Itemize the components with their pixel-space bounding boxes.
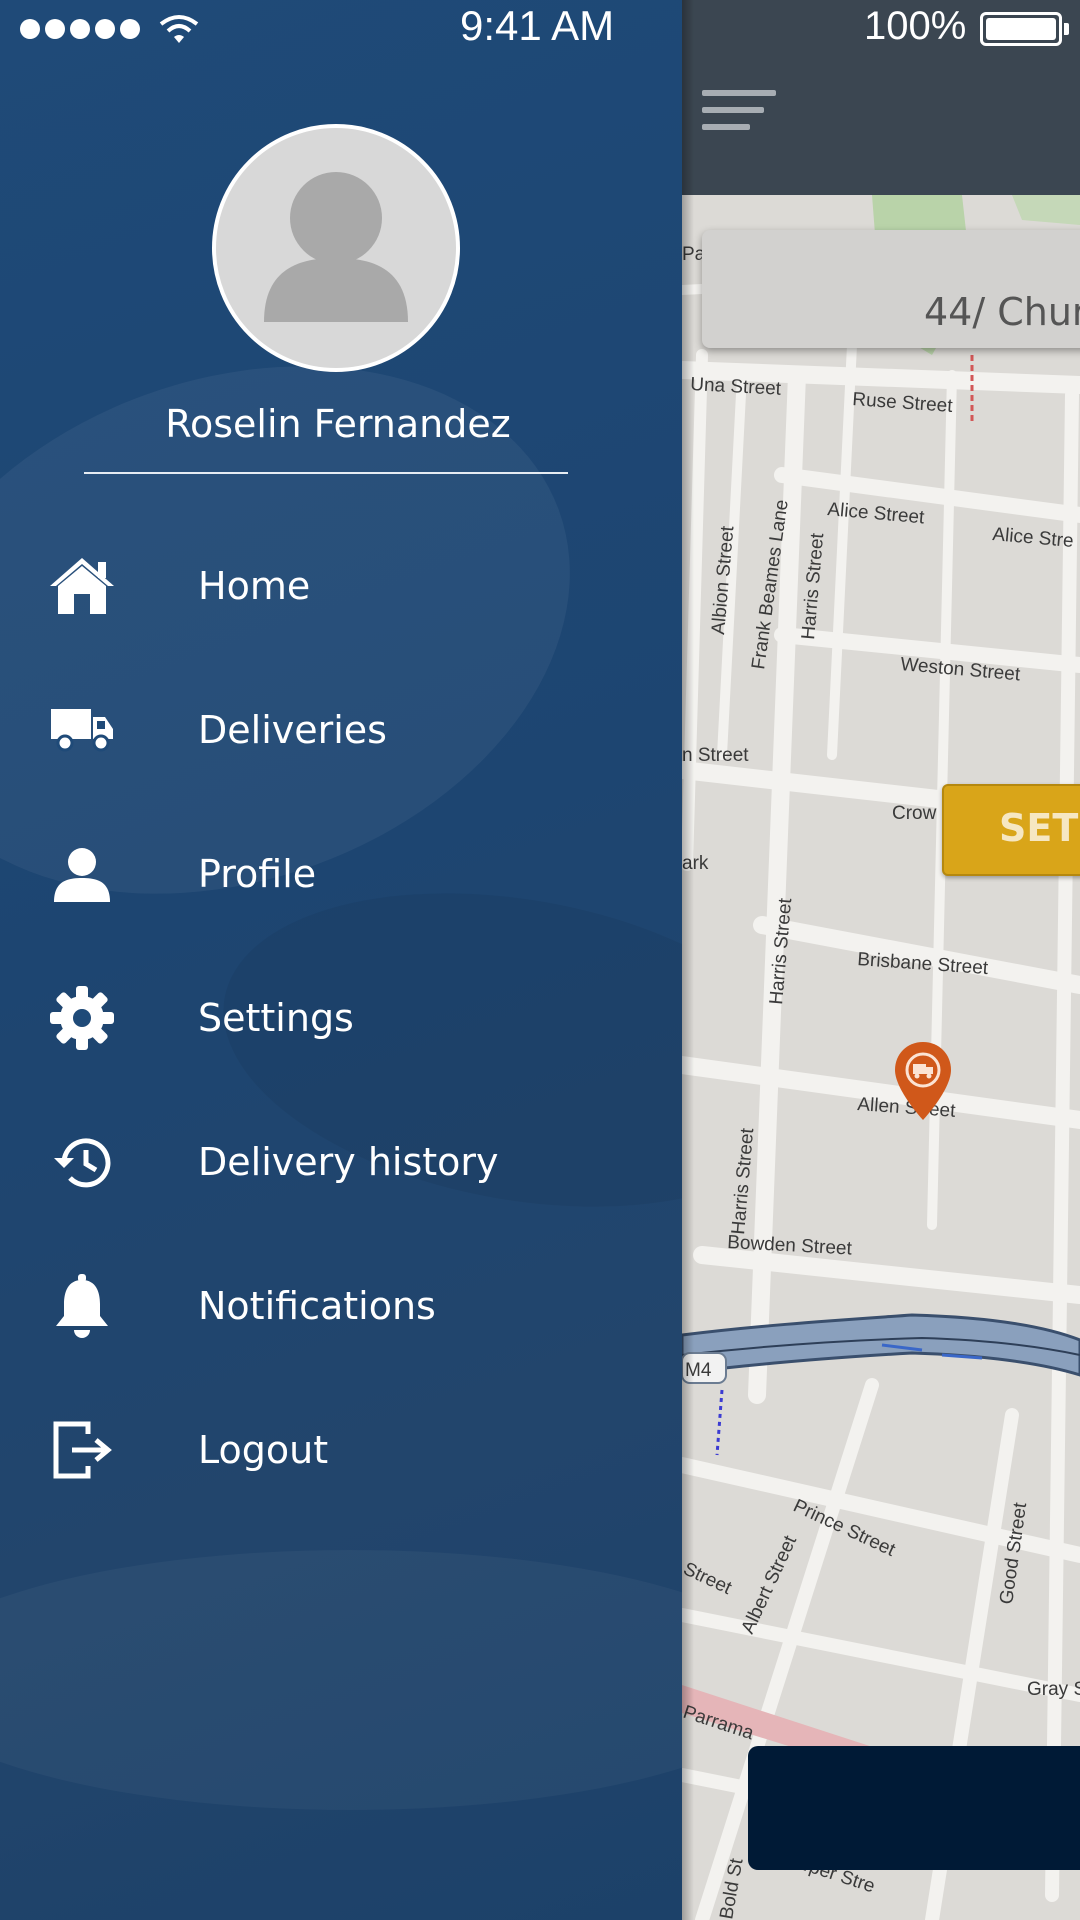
user-placeholder-icon (264, 172, 408, 322)
map-panel[interactable]: M4 Pa Una Street Ruse Street Alice Stree… (682, 0, 1080, 1920)
menu-label-profile: Profile (198, 852, 317, 896)
set-button-label: SET (999, 806, 1079, 850)
menu-label-logout: Logout (198, 1428, 329, 1472)
street-label-crow: Crow (892, 803, 937, 824)
menu-item-notifications[interactable]: Notifications (0, 1256, 682, 1356)
menu-item-deliveries[interactable]: Deliveries (0, 680, 682, 780)
menu-item-delivery-history[interactable]: Delivery history (0, 1112, 682, 1212)
divider (84, 472, 568, 474)
menu-item-logout[interactable]: Logout (0, 1400, 682, 1500)
signal-dot (20, 19, 40, 39)
app-header: 100% (682, 0, 1080, 195)
menu-item-home[interactable]: Home (0, 536, 682, 636)
menu-label-notifications: Notifications (198, 1284, 436, 1328)
logout-icon (46, 1414, 118, 1486)
battery-percentage: 100% (864, 4, 967, 48)
menu-label-delivery-history: Delivery history (198, 1140, 499, 1184)
signal-dot (70, 19, 90, 39)
signal-dot (120, 19, 140, 39)
user-name: Roselin Fernandez (165, 402, 511, 446)
delivery-pin-icon[interactable] (893, 1040, 953, 1122)
background-fold (0, 1550, 682, 1810)
battery-icon (980, 12, 1069, 46)
status-bar-left (20, 14, 199, 44)
pickup-card-address: 44/ Church (924, 290, 1080, 334)
history-icon (46, 1126, 118, 1198)
hamburger-menu-icon[interactable] (702, 90, 780, 144)
pickup-address-card[interactable]: P 44/ Church (702, 230, 1080, 348)
menu-label-home: Home (198, 564, 311, 608)
wifi-icon (159, 15, 199, 43)
street-map[interactable]: M4 Pa Una Street Ruse Street Alice Stree… (682, 195, 1080, 1920)
bottom-action-bar[interactable] (748, 1746, 1080, 1870)
avatar[interactable] (212, 124, 460, 372)
street-label-gray: Gray S (1027, 1679, 1080, 1700)
signal-dot (45, 19, 65, 39)
signal-dot (95, 19, 115, 39)
drawer-shadow (682, 0, 694, 1920)
status-time: 9:41 AM (460, 2, 615, 49)
user-icon (46, 838, 118, 910)
truck-icon (46, 694, 118, 766)
menu-item-settings[interactable]: Settings (0, 968, 682, 1068)
gear-icon (46, 982, 118, 1054)
navigation-drawer: 9:41 AM Roselin Fernandez Home Deliverie… (0, 0, 682, 1920)
menu-item-profile[interactable]: Profile (0, 824, 682, 924)
home-icon (46, 550, 118, 622)
menu-label-deliveries: Deliveries (198, 708, 387, 752)
menu-label-settings: Settings (198, 996, 354, 1040)
set-location-button[interactable]: SET (942, 784, 1080, 876)
bell-icon (46, 1270, 118, 1342)
